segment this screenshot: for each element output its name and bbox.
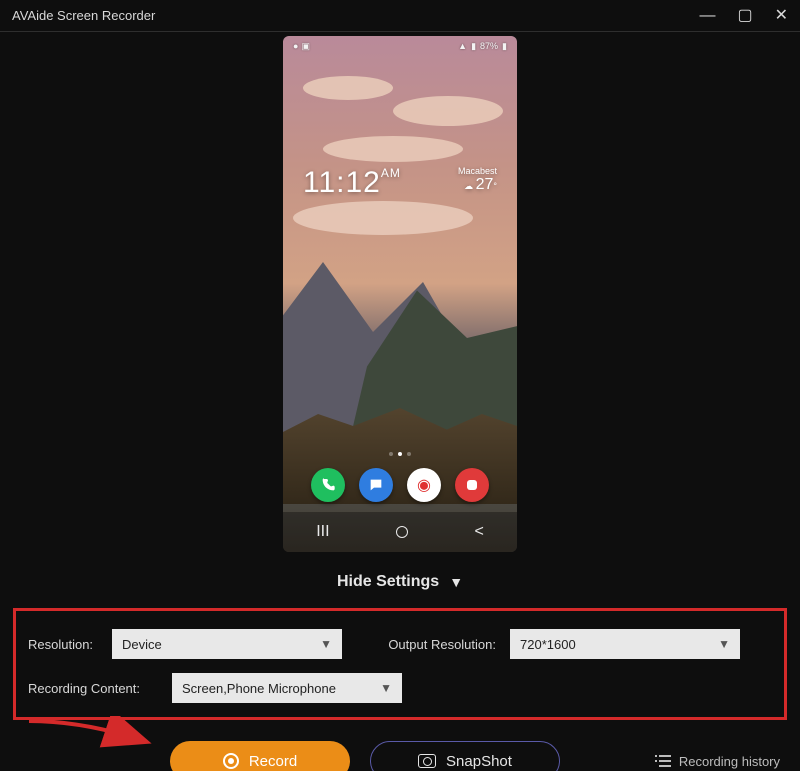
camera-icon bbox=[418, 754, 436, 768]
battery-icon: ▮ bbox=[502, 41, 507, 52]
home-icon bbox=[396, 526, 408, 538]
weather-location: Macabest bbox=[458, 166, 497, 176]
maximize-icon[interactable]: ▢ bbox=[737, 8, 752, 24]
output-resolution-value: 720*1600 bbox=[520, 637, 576, 652]
phone-statusbar: ●▣ ▲ ▮ 87% ▮ bbox=[283, 36, 517, 56]
phone-preview: ●▣ ▲ ▮ 87% ▮ 11:12AM Macabest ☁ 27° ◉ II… bbox=[283, 36, 517, 552]
preview-stage: ●▣ ▲ ▮ 87% ▮ 11:12AM Macabest ☁ 27° ◉ II… bbox=[0, 32, 800, 562]
toggle-settings-label: Hide Settings bbox=[337, 573, 439, 591]
recorder1-app-icon: ◉ bbox=[407, 468, 441, 502]
window-title: AVAide Screen Recorder bbox=[12, 8, 155, 23]
cloud-shape bbox=[303, 76, 393, 100]
phone-navbar: III < bbox=[283, 512, 517, 552]
record-label: Record bbox=[249, 753, 297, 770]
settings-panel: Resolution: Device ▼ Output Resolution: … bbox=[13, 608, 787, 720]
recorder2-app-icon bbox=[455, 468, 489, 502]
cloud-shape bbox=[293, 201, 473, 235]
minimize-icon[interactable]: — bbox=[699, 8, 715, 24]
signal-icon: ▮ bbox=[471, 41, 476, 52]
record-button[interactable]: Record bbox=[170, 741, 350, 771]
resolution-value: Device bbox=[122, 637, 162, 652]
chevron-down-icon: ▼ bbox=[380, 681, 392, 695]
clock-meridiem: AM bbox=[381, 166, 401, 180]
page-indicator bbox=[283, 452, 517, 456]
weather-icon: ☁ bbox=[464, 181, 473, 191]
titlebar: AVAide Screen Recorder — ▢ ✕ bbox=[0, 0, 800, 32]
resolution-select[interactable]: Device ▼ bbox=[112, 629, 342, 659]
phone-app-icon bbox=[311, 468, 345, 502]
weather-widget: Macabest ☁ 27° bbox=[458, 166, 497, 194]
snapshot-label: SnapShot bbox=[446, 753, 512, 770]
recording-history-link[interactable]: Recording history bbox=[655, 754, 780, 769]
list-icon bbox=[655, 755, 671, 767]
phone-dock: ◉ bbox=[283, 468, 517, 502]
wifi-icon: ▲ bbox=[458, 41, 467, 51]
chevron-down-icon: ▼ bbox=[718, 637, 730, 651]
recent-apps-icon: III bbox=[316, 523, 329, 541]
output-resolution-label: Output Resolution: bbox=[366, 637, 496, 652]
cloud-shape bbox=[323, 136, 463, 162]
window-controls: — ▢ ✕ bbox=[699, 8, 788, 24]
history-label: Recording history bbox=[679, 754, 780, 769]
settings-row-2: Recording Content: Screen,Phone Micropho… bbox=[28, 673, 772, 703]
chevron-down-icon: ▼ bbox=[449, 574, 463, 590]
recording-content-label: Recording Content: bbox=[28, 681, 158, 696]
cloud-shape bbox=[393, 96, 503, 126]
messages-app-icon bbox=[359, 468, 393, 502]
toggle-settings-button[interactable]: Hide Settings ▼ bbox=[0, 562, 800, 602]
action-bar: Record SnapShot Recording history bbox=[0, 726, 800, 771]
back-icon: < bbox=[474, 523, 483, 541]
clock-time: 11:12 bbox=[303, 166, 381, 199]
notif-icon: ▣ bbox=[301, 41, 310, 52]
weather-temp: 27 bbox=[476, 176, 494, 193]
battery-text: 87% bbox=[480, 41, 498, 51]
notif-icon: ● bbox=[293, 41, 298, 52]
close-icon[interactable]: ✕ bbox=[775, 8, 788, 24]
output-resolution-select[interactable]: 720*1600 ▼ bbox=[510, 629, 740, 659]
chevron-down-icon: ▼ bbox=[320, 637, 332, 651]
settings-row-1: Resolution: Device ▼ Output Resolution: … bbox=[28, 629, 772, 659]
recording-content-select[interactable]: Screen,Phone Microphone ▼ bbox=[172, 673, 402, 703]
record-icon bbox=[223, 753, 239, 769]
recording-content-value: Screen,Phone Microphone bbox=[182, 681, 336, 696]
resolution-label: Resolution: bbox=[28, 637, 98, 652]
clock-widget: 11:12AM bbox=[303, 166, 401, 200]
snapshot-button[interactable]: SnapShot bbox=[370, 741, 560, 771]
